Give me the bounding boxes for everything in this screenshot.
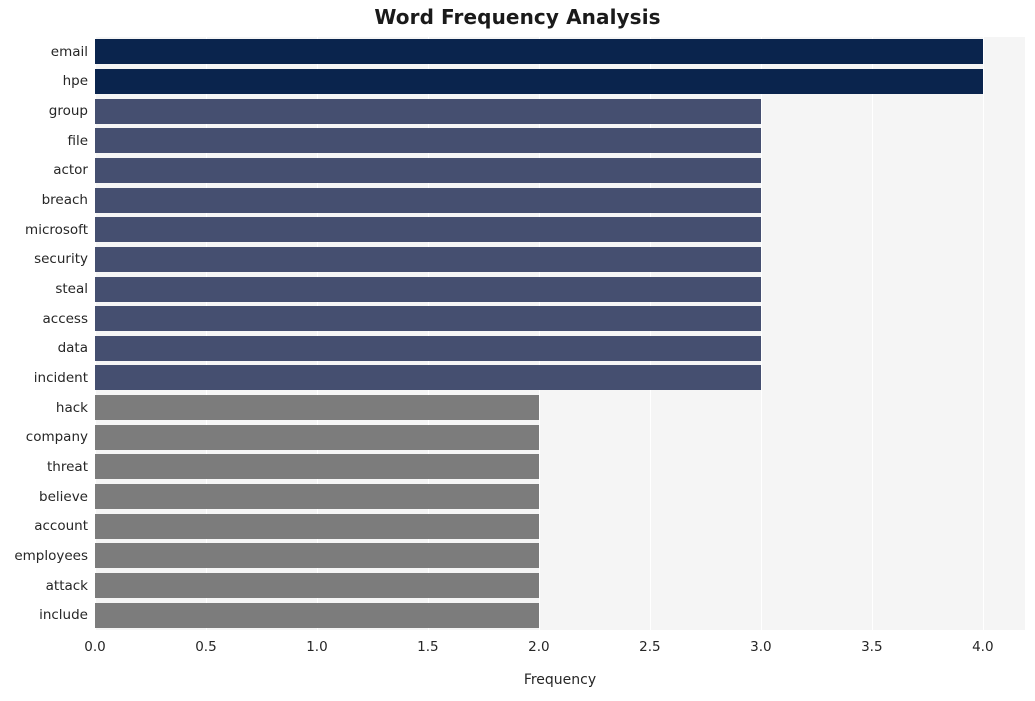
bar-row[interactable] (95, 306, 761, 332)
bar-microsoft[interactable] (95, 217, 761, 243)
gridline-vertical (205, 37, 207, 630)
gridline-vertical (316, 37, 318, 630)
bar-breach[interactable] (95, 187, 761, 213)
bar-company[interactable] (95, 424, 539, 450)
bar-believe[interactable] (95, 484, 539, 510)
bar-row[interactable] (95, 157, 761, 183)
y-tick-label-include: include (39, 607, 88, 624)
x-axis: 0.0 0.5 1.0 1.5 2.0 2.5 3.0 3.5 4.0 (0, 630, 1035, 660)
bar-row[interactable] (95, 128, 761, 154)
bar-row[interactable] (95, 424, 539, 450)
bar-row[interactable] (95, 543, 539, 569)
bar-steal[interactable] (95, 276, 761, 302)
bar-attack[interactable] (95, 573, 539, 599)
y-tick-label-incident: incident (33, 369, 88, 386)
bar-row[interactable] (95, 513, 539, 539)
bar-row[interactable] (95, 217, 761, 243)
x-tick-label-1.5: 1.5 (417, 639, 439, 655)
bar-email[interactable] (95, 39, 983, 65)
y-tick-label-attack: attack (45, 577, 88, 594)
gridline-vertical (95, 37, 96, 630)
bar-row[interactable] (95, 454, 539, 480)
y-tick-label-security: security (34, 251, 88, 268)
y-tick-label-hack: hack (55, 399, 88, 416)
gridline-vertical (760, 37, 762, 630)
y-tick-label-hpe: hpe (62, 73, 88, 90)
chart-title: Word Frequency Analysis (374, 5, 661, 29)
bar-row[interactable] (95, 39, 983, 65)
gridline-vertical (427, 37, 429, 630)
y-tick-label-microsoft: microsoft (25, 221, 88, 238)
bar-hpe[interactable] (95, 68, 983, 94)
y-tick-label-file: file (67, 132, 88, 149)
y-tick-label-account: account (34, 518, 88, 535)
y-tick-label-data: data (57, 340, 88, 357)
bar-employees[interactable] (95, 543, 539, 569)
bar-access[interactable] (95, 306, 761, 332)
x-tick-label-4.0: 4.0 (972, 639, 994, 655)
x-tick-label-3.5: 3.5 (861, 639, 883, 655)
y-tick-label-steal: steal (55, 281, 88, 298)
y-tick-label-believe: believe (39, 488, 88, 505)
y-tick-label-threat: threat (47, 458, 88, 475)
gridline-vertical (538, 37, 540, 630)
y-tick-label-employees: employees (14, 547, 88, 564)
bar-data[interactable] (95, 335, 761, 361)
x-tick-label-2.5: 2.5 (639, 639, 661, 655)
bar-row[interactable] (95, 187, 761, 213)
bar-account[interactable] (95, 513, 539, 539)
bar-hack[interactable] (95, 395, 539, 421)
bar-security[interactable] (95, 246, 761, 272)
bar-incident[interactable] (95, 365, 761, 391)
bar-threat[interactable] (95, 454, 539, 480)
bar-row[interactable] (95, 602, 539, 628)
x-tick-label-0.5: 0.5 (195, 639, 217, 655)
bar-row[interactable] (95, 335, 761, 361)
gridline-vertical (649, 37, 651, 630)
y-tick-label-access: access (42, 310, 89, 327)
y-tick-label-actor: actor (53, 162, 88, 179)
x-axis-label: Frequency (523, 672, 597, 688)
bar-row[interactable] (95, 573, 539, 599)
x-tick-label-0.0: 0.0 (84, 639, 106, 655)
bar-actor[interactable] (95, 157, 761, 183)
word-frequency-chart: Word Frequency Analysis email hpe group fil… (0, 0, 1035, 701)
bar-file[interactable] (95, 128, 761, 154)
y-axis: email hpe group file actor breach microsoft sec… (0, 37, 88, 630)
bar-row[interactable] (95, 68, 983, 94)
x-tick-label-3.0: 3.0 (750, 639, 772, 655)
x-tick-label-2.0: 2.0 (528, 639, 550, 655)
bar-row[interactable] (95, 246, 761, 272)
bar-row[interactable] (95, 98, 761, 124)
y-tick-label-group: group (48, 103, 88, 120)
plot-area (95, 37, 1025, 630)
bar-row[interactable] (95, 365, 761, 391)
bar-group[interactable] (95, 98, 761, 124)
y-tick-label-breach: breach (41, 192, 88, 209)
bar-include[interactable] (95, 602, 539, 628)
bar-row[interactable] (95, 484, 539, 510)
bar-row[interactable] (95, 276, 761, 302)
bar-row[interactable] (95, 395, 539, 421)
y-tick-label-company: company (25, 429, 88, 446)
gridline-vertical (871, 37, 873, 630)
gridline-vertical (982, 37, 984, 630)
y-tick-label-email: email (50, 43, 88, 60)
x-tick-label-1.0: 1.0 (306, 639, 328, 655)
